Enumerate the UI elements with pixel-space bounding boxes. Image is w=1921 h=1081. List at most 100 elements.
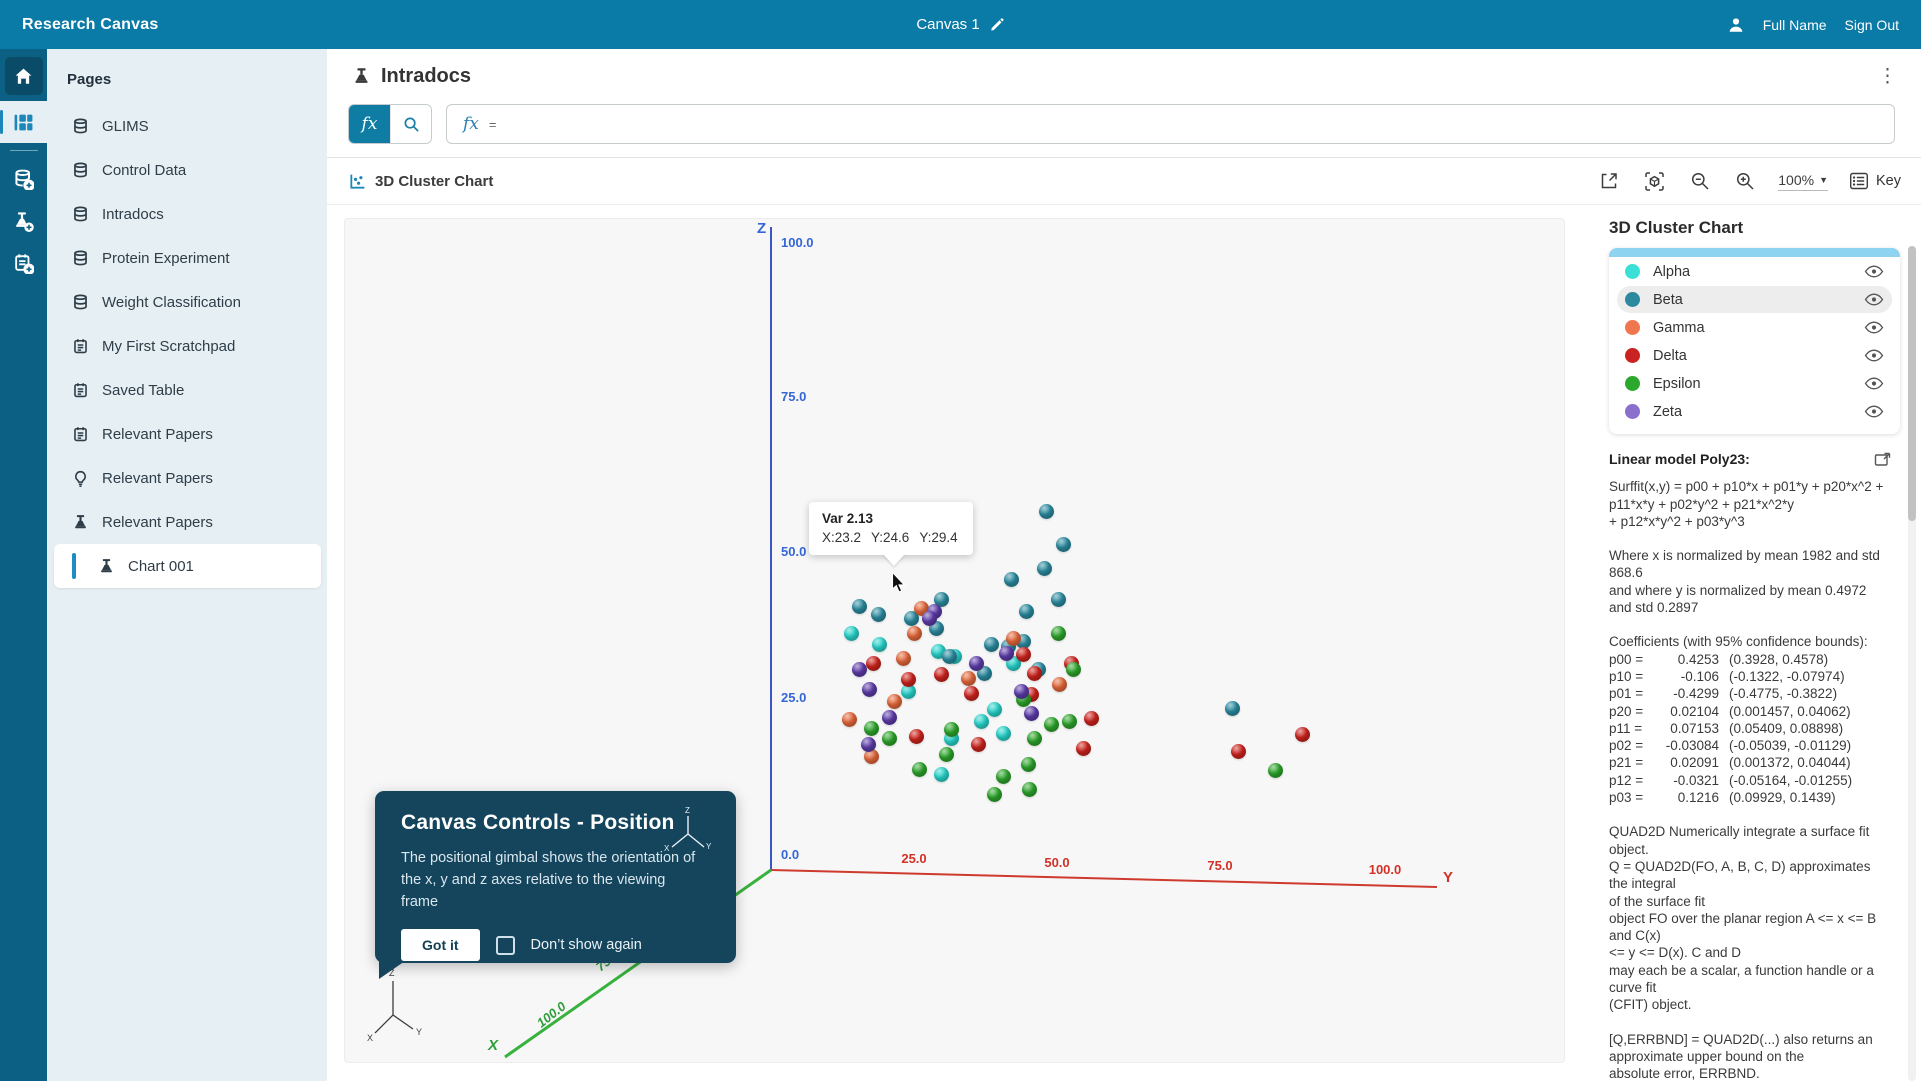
data-point-epsilon[interactable] — [1027, 731, 1042, 746]
sidebar-item-control-data[interactable]: Control Data — [47, 148, 327, 192]
data-point-gamma[interactable] — [842, 712, 857, 727]
position-gimbal[interactable]: Z X Y — [365, 967, 427, 1066]
panel-scrollbar-thumb[interactable] — [1908, 246, 1916, 521]
data-point-beta[interactable] — [1019, 604, 1034, 619]
visibility-eye-icon[interactable] — [1864, 349, 1884, 362]
user-icon[interactable] — [1727, 16, 1745, 34]
legend-row-gamma[interactable]: Gamma — [1617, 314, 1892, 341]
visibility-eye-icon[interactable] — [1864, 293, 1884, 306]
sidebar-item-saved-table[interactable]: Saved Table — [47, 368, 327, 412]
data-point-zeta[interactable] — [1024, 706, 1039, 721]
got-it-button[interactable]: Got it — [401, 929, 480, 961]
data-point-beta[interactable] — [942, 649, 957, 664]
data-point-gamma[interactable] — [1006, 631, 1021, 646]
dont-show-again-checkbox[interactable] — [496, 936, 515, 955]
data-point-beta[interactable] — [1056, 537, 1071, 552]
formula-button[interactable]: fx — [349, 105, 390, 143]
sidebar-item-relevant-papers[interactable]: Relevant Papers — [47, 456, 327, 500]
data-point-delta[interactable] — [1076, 741, 1091, 756]
data-point-epsilon[interactable] — [1051, 626, 1066, 641]
data-point-epsilon[interactable] — [996, 769, 1011, 784]
sidebar-item-relevant-papers[interactable]: Relevant Papers — [47, 412, 327, 456]
sidebar-item-intradocs[interactable]: Intradocs — [47, 192, 327, 236]
data-point-epsilon[interactable] — [1021, 757, 1036, 772]
open-in-new-icon[interactable] — [1874, 452, 1891, 467]
data-point-beta[interactable] — [1004, 572, 1019, 587]
data-point-gamma[interactable] — [896, 651, 911, 666]
zoom-in-button[interactable] — [1733, 169, 1757, 193]
sign-out-link[interactable]: Sign Out — [1845, 17, 1899, 33]
data-point-delta[interactable] — [1231, 744, 1246, 759]
expand-button[interactable] — [1597, 169, 1621, 193]
legend-row-alpha[interactable]: Alpha — [1617, 258, 1892, 285]
rail-item-add-experiment[interactable] — [0, 200, 47, 242]
page-menu-button[interactable]: ⋮ — [1872, 63, 1903, 90]
data-point-epsilon[interactable] — [1062, 714, 1077, 729]
sidebar-item-glims[interactable]: GLIMS — [47, 104, 327, 148]
data-point-gamma[interactable] — [961, 671, 976, 686]
edit-canvas-title-icon[interactable] — [990, 17, 1005, 32]
data-point-gamma[interactable] — [887, 694, 902, 709]
key-toggle-button[interactable]: Key — [1849, 172, 1901, 190]
legend-row-beta[interactable]: Beta — [1617, 286, 1892, 313]
data-point-delta[interactable] — [1016, 647, 1031, 662]
sidebar-item-chart-001[interactable]: Chart 001 — [54, 544, 321, 588]
data-point-alpha[interactable] — [996, 726, 1011, 741]
data-point-epsilon[interactable] — [987, 787, 1002, 802]
data-point-alpha[interactable] — [872, 637, 887, 652]
data-point-delta[interactable] — [909, 729, 924, 744]
data-point-zeta[interactable] — [852, 662, 867, 677]
data-point-gamma[interactable] — [907, 626, 922, 641]
data-point-alpha[interactable] — [974, 714, 989, 729]
data-point-zeta[interactable] — [969, 656, 984, 671]
rail-item-add-database[interactable] — [0, 158, 47, 200]
zoom-level-dropdown[interactable]: 100% ▼ — [1778, 172, 1828, 191]
data-point-zeta[interactable] — [882, 710, 897, 725]
data-point-beta[interactable] — [1225, 701, 1240, 716]
data-point-gamma[interactable] — [1052, 677, 1067, 692]
data-point-delta[interactable] — [1295, 727, 1310, 742]
sidebar-item-my-first-scratchpad[interactable]: My First Scratchpad — [47, 324, 327, 368]
data-point-zeta[interactable] — [862, 682, 877, 697]
search-button[interactable] — [390, 105, 431, 143]
legend-row-zeta[interactable]: Zeta — [1617, 398, 1892, 425]
rail-item-add-notes[interactable] — [0, 242, 47, 284]
reset-view-button[interactable] — [1642, 169, 1667, 194]
data-point-epsilon[interactable] — [1268, 763, 1283, 778]
data-point-delta[interactable] — [866, 656, 881, 671]
data-point-epsilon[interactable] — [864, 721, 879, 736]
data-point-epsilon[interactable] — [944, 722, 959, 737]
legend-row-epsilon[interactable]: Epsilon — [1617, 370, 1892, 397]
data-point-delta[interactable] — [964, 686, 979, 701]
visibility-eye-icon[interactable] — [1864, 377, 1884, 390]
sidebar-item-weight-classification[interactable]: Weight Classification — [47, 280, 327, 324]
data-point-epsilon[interactable] — [1022, 782, 1037, 797]
data-point-beta[interactable] — [984, 637, 999, 652]
data-point-alpha[interactable] — [934, 767, 949, 782]
sidebar-item-relevant-papers[interactable]: Relevant Papers — [47, 500, 327, 544]
zoom-out-button[interactable] — [1688, 169, 1712, 193]
data-point-alpha[interactable] — [987, 702, 1002, 717]
data-point-zeta[interactable] — [861, 737, 876, 752]
data-point-epsilon[interactable] — [1066, 662, 1081, 677]
chart-canvas[interactable]: 100.075.050.025.00.025.050.075.0100.0100… — [344, 218, 1565, 1063]
legend-row-delta[interactable]: Delta — [1617, 342, 1892, 369]
data-point-beta[interactable] — [1037, 561, 1052, 576]
visibility-eye-icon[interactable] — [1864, 265, 1884, 278]
data-point-delta[interactable] — [934, 667, 949, 682]
rail-item-home[interactable] — [5, 57, 43, 95]
data-point-epsilon[interactable] — [912, 762, 927, 777]
data-point-zeta[interactable] — [922, 611, 937, 626]
formula-input[interactable]: fx = — [446, 104, 1895, 144]
data-point-beta[interactable] — [871, 607, 886, 622]
data-point-delta[interactable] — [901, 672, 916, 687]
sidebar-item-protein-experiment[interactable]: Protein Experiment — [47, 236, 327, 280]
data-point-epsilon[interactable] — [939, 747, 954, 762]
data-point-epsilon[interactable] — [882, 731, 897, 746]
data-point-alpha[interactable] — [844, 626, 859, 641]
data-point-delta[interactable] — [971, 737, 986, 752]
data-point-beta[interactable] — [1039, 504, 1054, 519]
data-point-beta[interactable] — [1051, 592, 1066, 607]
data-point-epsilon[interactable] — [1044, 717, 1059, 732]
visibility-eye-icon[interactable] — [1864, 405, 1884, 418]
